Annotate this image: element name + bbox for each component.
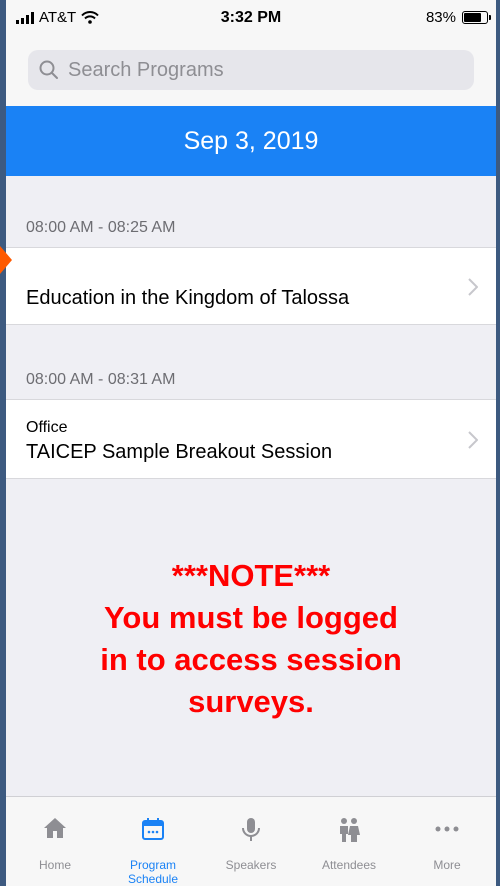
tab-label: Speakers bbox=[225, 858, 277, 872]
tab-program-schedule[interactable]: Program Schedule bbox=[104, 797, 202, 886]
tab-label: Attendees bbox=[321, 858, 377, 872]
tab-label: Home bbox=[38, 858, 71, 872]
battery-percent: 83% bbox=[425, 9, 456, 26]
search-input[interactable] bbox=[66, 57, 450, 83]
tab-bar: Home Program Schedule Speakers Attendees… bbox=[6, 796, 496, 886]
status-bar: AT&T 3:32 PM 83% bbox=[6, 0, 496, 36]
tab-more[interactable]: More bbox=[398, 797, 496, 886]
tab-home[interactable]: Home bbox=[6, 797, 104, 886]
chevron-right-icon bbox=[468, 431, 478, 449]
chevron-right-icon bbox=[468, 278, 478, 296]
battery-fill bbox=[464, 13, 481, 22]
pointer-arrow bbox=[0, 246, 12, 274]
date-header[interactable]: Sep 3, 2019 bbox=[6, 106, 496, 176]
calendar-icon bbox=[142, 818, 164, 840]
search-icon bbox=[39, 60, 58, 79]
tab-label: More bbox=[433, 858, 461, 872]
search-area bbox=[6, 36, 496, 106]
battery-icon bbox=[462, 11, 491, 24]
status-time: 3:32 PM bbox=[220, 9, 282, 26]
login-note: ***NOTE*** You must be logged in to acce… bbox=[6, 555, 496, 723]
note-line: surveys. bbox=[188, 684, 314, 719]
home-icon bbox=[44, 818, 66, 838]
phone-screen: AT&T 3:32 PM 83% Sep 3, 2019 08:00 AM - … bbox=[6, 0, 496, 886]
session-row[interactable]: Education in the Kingdom of Talossa bbox=[6, 247, 496, 325]
session-title: Education in the Kingdom of Talossa bbox=[26, 287, 350, 309]
tab-speakers[interactable]: Speakers bbox=[202, 797, 300, 886]
note-line: in to access session bbox=[100, 642, 402, 677]
people-icon bbox=[340, 818, 360, 842]
more-icon bbox=[435, 826, 459, 832]
search-box[interactable] bbox=[28, 50, 474, 90]
tab-attendees[interactable]: Attendees bbox=[300, 797, 398, 886]
session-title: TAICEP Sample Breakout Session bbox=[26, 441, 333, 463]
session-location: Office bbox=[26, 419, 68, 436]
tab-label: Program Schedule bbox=[127, 858, 179, 886]
session-row[interactable]: Office TAICEP Sample Breakout Session bbox=[6, 399, 496, 479]
status-right: 83% bbox=[425, 9, 491, 26]
microphone-icon bbox=[242, 818, 260, 841]
session-time-range: 08:00 AM - 08:25 AM bbox=[26, 219, 176, 236]
note-heading: ***NOTE*** bbox=[171, 558, 331, 593]
note-line: You must be logged bbox=[104, 600, 398, 635]
session-time-range: 08:00 AM - 08:31 AM bbox=[26, 371, 176, 388]
